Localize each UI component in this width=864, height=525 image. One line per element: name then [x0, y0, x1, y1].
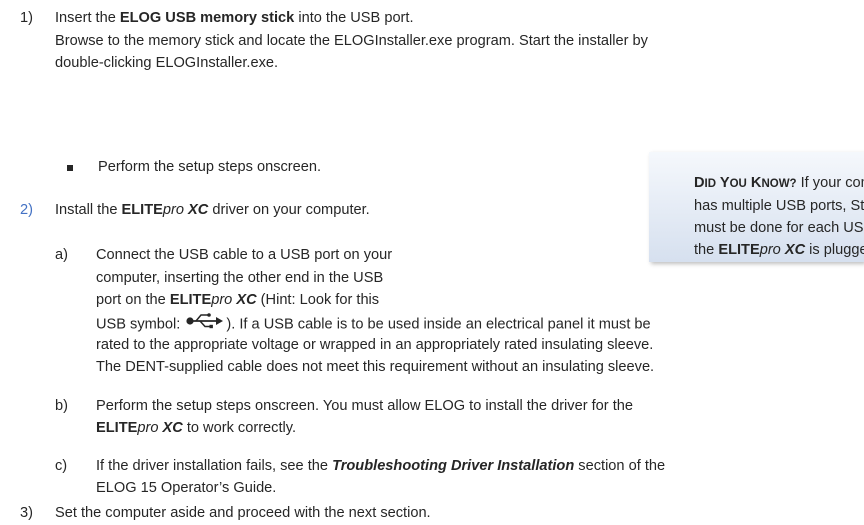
step-2a-line-2: computer, inserting the other end in the…: [96, 270, 384, 286]
step-1-line-1-pre: Insert the: [55, 10, 120, 26]
step-2c-line-1: If the driver installation fails, see th…: [96, 456, 665, 478]
step-3-number: 3): [20, 505, 33, 521]
elog-usb-stick-bold: ELOG USB memory stick: [119, 10, 295, 26]
step-3-text: Set the computer aside and proceed with …: [55, 505, 431, 521]
document-page: 1) Insert the ELOG USB memory stick into…: [0, 0, 864, 521]
callout-line-4-pre: the: [694, 242, 719, 258]
step-2b-line-2-post: to work correctly.: [182, 420, 297, 436]
step-2a-line-3: port on the ELITEpro XC (Hint: Look for …: [96, 290, 379, 312]
callout-line-4: the ELITEpro XC is plugged into.: [694, 239, 864, 261]
step-2a-line-1: Connect the USB cable to a USB port on y…: [96, 247, 393, 263]
step-2a-line-3-post: (Hint: Look for this: [256, 292, 380, 308]
step-2b-line-2: ELITEpro XC to work correctly.: [96, 418, 296, 440]
step-2c-label: c): [55, 458, 68, 474]
brand-elite: ELITE: [169, 292, 212, 308]
step-2c-line-1-pre: If the driver installation fails, see th…: [96, 458, 333, 474]
step-2a-line-3-pre: port on the: [96, 292, 170, 308]
usb-symbol-icon: [186, 313, 224, 337]
brand-pro: pro: [137, 420, 159, 436]
callout-line-2: has multiple USB ports, Step 2: [694, 198, 864, 214]
step-1-line-1: Insert the ELOG USB memory stick into th…: [55, 8, 414, 30]
step-2b-line-1: Perform the setup steps onscreen. You mu…: [96, 398, 633, 414]
brand-xc: XC: [780, 242, 806, 258]
brand-pro: pro: [759, 242, 781, 258]
step-2b-label: b): [55, 398, 68, 414]
brand-pro: pro: [211, 292, 233, 308]
step-2-number: 2): [20, 202, 33, 218]
brand-pro: pro: [162, 202, 184, 218]
brand-elite: ELITE: [121, 202, 163, 218]
step-2a-line-4-pre: USB symbol:: [96, 316, 185, 333]
step-2c-line-2: ELOG 15 Operator’s Guide.: [96, 480, 277, 496]
step-2a-line-4-post: ). If a USB cable is to be used inside a…: [226, 316, 651, 333]
step-2a-line-5: rated to the appropriate voltage or wrap…: [96, 337, 654, 353]
callout-line-1: DID YOU KNOW? If your computer: [694, 172, 864, 195]
callout-line-1-post: If your computer: [800, 175, 864, 191]
callout-line-4-post: is plugged into.: [809, 242, 864, 258]
brand-elite: ELITE: [718, 242, 760, 258]
step-1-line-3: double-clicking ELOGInstaller.exe.: [55, 55, 279, 71]
bullet-text: Perform the setup steps onscreen.: [98, 159, 322, 175]
step-2a-line-6: The DENT-supplied cable does not meet th…: [96, 359, 655, 375]
step-2a-label: a): [55, 247, 68, 263]
step-1-line-1-post: into the USB port.: [294, 10, 414, 26]
troubleshooting-section-ref: Troubleshooting Driver Installation: [332, 458, 575, 474]
step-2-post: driver on your computer.: [208, 202, 370, 218]
square-bullet-icon: [67, 165, 73, 171]
brand-xc: XC: [232, 292, 257, 308]
step-2c-line-1-post: section of the: [574, 458, 666, 474]
step-2a-line-4: USB symbol: ). If a USB cable is to be u…: [96, 313, 651, 337]
callout-line-3: must be done for each USB port: [694, 220, 864, 236]
brand-xc: XC: [158, 420, 183, 436]
brand-xc: XC: [183, 202, 209, 218]
did-you-know-heading: DID YOU KNOW?: [694, 175, 797, 191]
step-2-line: Install the ELITEpro XC driver on your c…: [55, 200, 370, 222]
step-2-pre: Install the: [55, 202, 122, 218]
did-you-know-text: DID YOU KNOW? If your computer has multi…: [694, 172, 864, 261]
brand-elite: ELITE: [96, 420, 138, 436]
step-1-number: 1): [20, 10, 33, 26]
step-1-line-2: Browse to the memory stick and locate th…: [55, 33, 648, 49]
